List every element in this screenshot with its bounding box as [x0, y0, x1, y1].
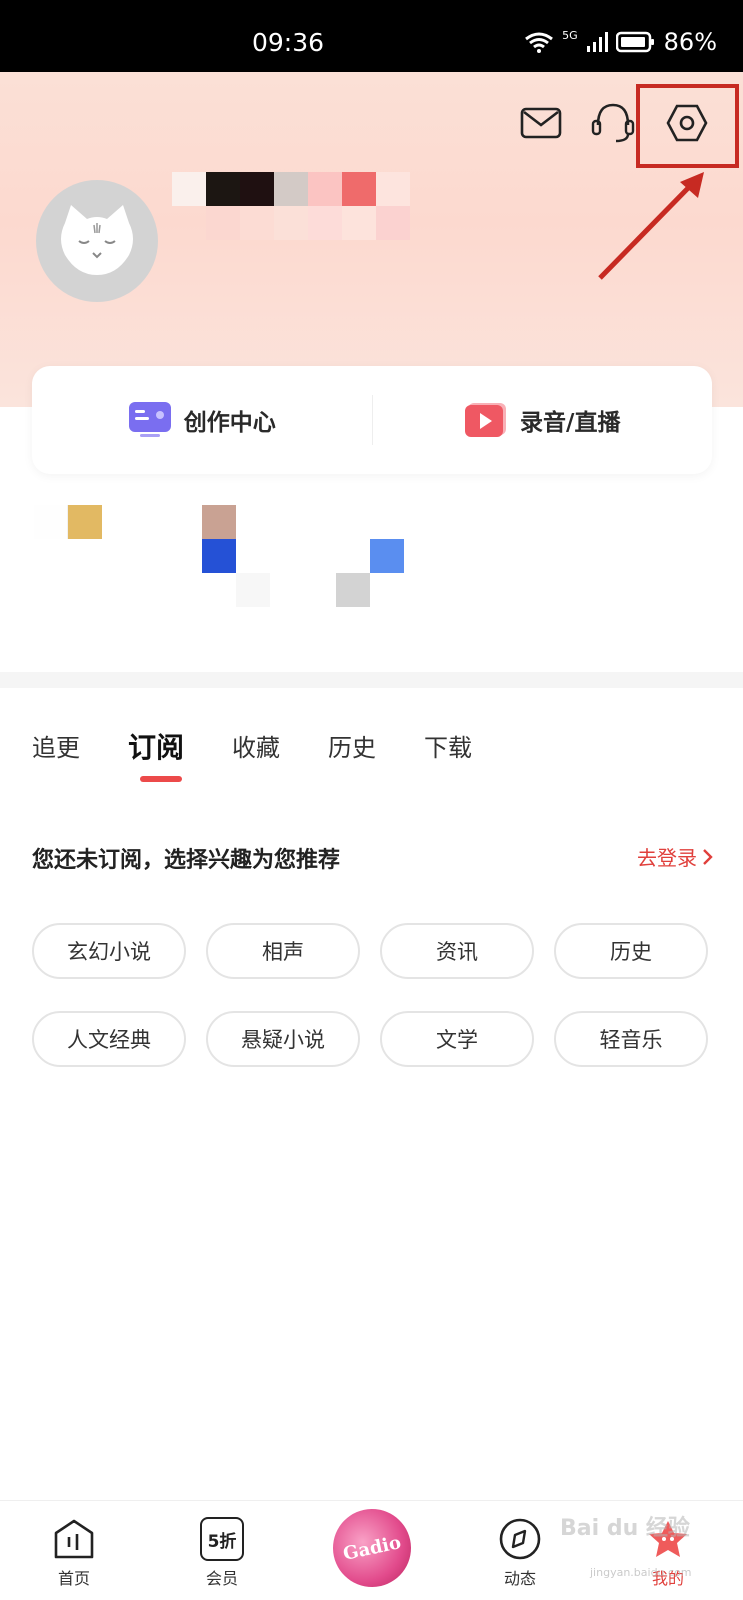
- tag-xuanhuan[interactable]: 玄幻小说: [32, 923, 186, 979]
- nav-member[interactable]: 5折 会员: [182, 1517, 262, 1589]
- center-logo-text: Gadio: [341, 1531, 403, 1565]
- tab-download[interactable]: 下载: [424, 730, 472, 790]
- home-icon: [54, 1519, 94, 1559]
- settings-highlight-box: [636, 84, 739, 168]
- monitor-icon: [128, 402, 171, 437]
- nav-home[interactable]: 首页: [34, 1517, 114, 1589]
- create-center-button[interactable]: 创作中心: [32, 401, 372, 439]
- section-divider: [0, 672, 743, 688]
- tag-xiangsheng[interactable]: 相声: [206, 923, 360, 979]
- record-live-button[interactable]: 录音/直播: [373, 401, 713, 439]
- login-link-label: 去登录: [637, 846, 697, 870]
- tab-history[interactable]: 历史: [328, 730, 376, 790]
- play-video-icon: [465, 403, 507, 437]
- empty-subscribe-text: 您还未订阅，选择兴趣为您推荐: [32, 848, 341, 873]
- nav-center-radio[interactable]: Gadio: [325, 1501, 419, 1595]
- cat-avatar-icon: [61, 205, 133, 275]
- creation-card: 创作中心 录音/直播: [32, 366, 712, 474]
- pointer-arrow-icon: [598, 172, 704, 280]
- tag-mystery[interactable]: 悬疑小说: [206, 1011, 360, 1067]
- content-tabs: 追更 订阅 收藏 历史 下载: [32, 730, 520, 790]
- tag-news[interactable]: 资讯: [380, 923, 534, 979]
- username-mosaic: [172, 172, 412, 342]
- member-icon-text: 5折: [207, 1531, 237, 1552]
- record-live-label: 录音/直播: [520, 410, 621, 436]
- tab-follow[interactable]: 追更: [32, 730, 80, 790]
- nav-member-label: 会员: [205, 1569, 238, 1588]
- active-tab-indicator: [140, 776, 182, 782]
- login-link[interactable]: 去登录: [637, 842, 713, 871]
- create-center-label: 创作中心: [183, 410, 276, 436]
- tag-light-music[interactable]: 轻音乐: [554, 1011, 708, 1067]
- network-label: 5G: [562, 28, 578, 42]
- ticket-icon: 5折: [200, 1517, 244, 1561]
- watermark-sub-text: jingyan.baidu.com: [590, 1566, 692, 1579]
- headset-icon[interactable]: [588, 98, 638, 148]
- signal-icon: [586, 32, 608, 52]
- status-bar: 09:36 5G 86%: [0, 0, 743, 72]
- function-grid: [0, 505, 743, 655]
- nav-home-label: 首页: [57, 1569, 90, 1588]
- battery-icon: [615, 31, 654, 53]
- status-time: 09:36: [252, 28, 325, 57]
- wifi-icon: [525, 32, 554, 53]
- grid-mosaic: [34, 505, 714, 625]
- nav-activity[interactable]: 动态: [480, 1517, 560, 1589]
- tag-literature[interactable]: 文学: [380, 1011, 534, 1067]
- compass-icon: [499, 1518, 541, 1560]
- chevron-right-icon: [703, 848, 713, 865]
- interest-tags: 玄幻小说 相声 资讯 历史 人文经典 悬疑小说 文学 轻音乐: [32, 923, 712, 1067]
- mail-icon[interactable]: [516, 98, 566, 148]
- status-indicators: 5G 86%: [524, 28, 717, 56]
- tag-humanities[interactable]: 人文经典: [32, 1011, 186, 1067]
- watermark-text: Bai du 经验: [560, 1516, 690, 1541]
- tag-history[interactable]: 历史: [554, 923, 708, 979]
- battery-level: 86%: [663, 28, 717, 56]
- nav-activity-label: 动态: [503, 1569, 536, 1588]
- avatar[interactable]: [36, 180, 158, 302]
- tab-favorites[interactable]: 收藏: [232, 730, 280, 790]
